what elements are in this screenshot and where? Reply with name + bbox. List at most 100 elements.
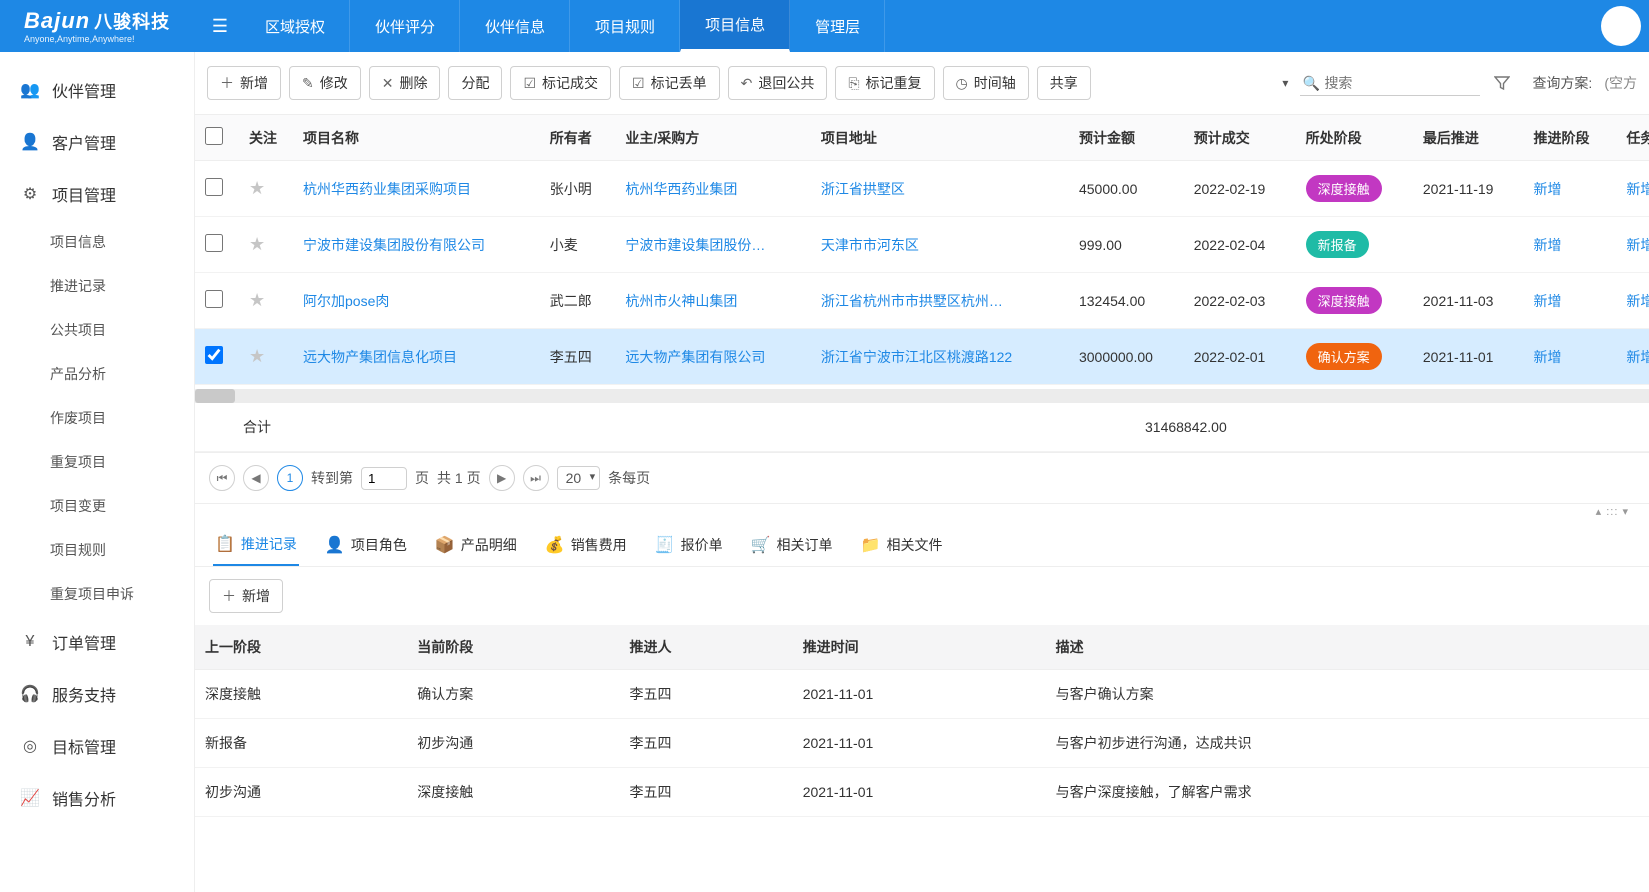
pager-first[interactable]: ⏮	[209, 465, 235, 491]
sidebar-item[interactable]: 👤客户管理	[0, 116, 194, 168]
sidebar-subitem[interactable]: 作废项目	[0, 396, 194, 440]
column-header[interactable]: 最后推进	[1413, 115, 1524, 161]
sidebar-subitem[interactable]: 重复项目	[0, 440, 194, 484]
mark-lost-button[interactable]: ☑标记丢单	[619, 66, 720, 100]
row-checkbox[interactable]	[205, 234, 223, 252]
project-name-link[interactable]: 杭州华西药业集团采购项目	[303, 181, 471, 197]
edit-button[interactable]: ✎修改	[289, 66, 361, 100]
pager-current[interactable]: 1	[277, 465, 303, 491]
detail-tab[interactable]: 📋推进记录	[213, 528, 299, 566]
address-link[interactable]: 浙江省宁波市江北区桃渡路122	[821, 349, 1012, 365]
column-header[interactable]: 业主/采购方	[615, 115, 810, 161]
mark-deal-button[interactable]: ☑标记成交	[510, 66, 611, 100]
task-link[interactable]: 新增	[1626, 349, 1649, 365]
row-checkbox[interactable]	[205, 178, 223, 196]
task-link[interactable]: 新增	[1626, 293, 1649, 309]
column-header[interactable]: 项目地址	[811, 115, 1069, 161]
column-header[interactable]: 所处阶段	[1296, 115, 1413, 161]
address-link[interactable]: 浙江省拱墅区	[821, 181, 905, 197]
star-icon[interactable]: ★	[249, 346, 265, 366]
panel-resizer[interactable]: ▴ ::: ▾	[195, 504, 1649, 518]
task-link[interactable]: 新增	[1626, 237, 1649, 253]
topnav-tab[interactable]: 伙伴评分	[350, 0, 460, 52]
sidebar-subitem[interactable]: 项目信息	[0, 220, 194, 264]
detail-add-button[interactable]: ＋新增	[209, 579, 283, 613]
buyer-link[interactable]: 杭州市火神山集团	[625, 293, 737, 309]
pager-page-input[interactable]	[361, 467, 407, 490]
detail-row[interactable]: 新报备初步沟通李五四2021-11-01与客户初步进行沟通，达成共识	[195, 719, 1649, 768]
mark-dup-button[interactable]: ⎘标记重复	[835, 66, 934, 100]
return-public-button[interactable]: ↶退回公共	[728, 66, 828, 100]
filter-icon[interactable]	[1486, 75, 1518, 91]
select-all-checkbox[interactable]	[205, 127, 223, 145]
pager-last[interactable]: ⏭	[523, 465, 549, 491]
detail-tab[interactable]: 📁相关文件	[859, 528, 945, 566]
detail-tab[interactable]: 👤项目角色	[323, 528, 409, 566]
detail-tab[interactable]: 🧾报价单	[653, 528, 725, 566]
star-icon[interactable]: ★	[249, 178, 265, 198]
column-header[interactable]: 所有者	[540, 115, 616, 161]
delete-button[interactable]: ✕删除	[369, 66, 441, 100]
sidebar-subitem[interactable]: 重复项目申诉	[0, 572, 194, 616]
timeline-button[interactable]: ◷时间轴	[943, 66, 1029, 100]
detail-column-header[interactable]: 上一阶段	[195, 625, 407, 670]
pager-pagesize-select[interactable]: 20	[557, 466, 601, 490]
avatar[interactable]	[1601, 6, 1641, 46]
table-row[interactable]: ★阿尔加pose肉武二郎杭州市火神山集团浙江省杭州市市拱墅区杭州…132454.…	[195, 273, 1649, 329]
project-name-link[interactable]: 远大物产集团信息化项目	[303, 349, 457, 365]
search-dropdown-caret[interactable]: ▾	[1276, 76, 1294, 90]
pager-next[interactable]: ▶	[489, 465, 515, 491]
search-input[interactable]	[1300, 71, 1480, 96]
detail-tab[interactable]: 💰销售费用	[543, 528, 629, 566]
topnav-tab[interactable]: 区域授权	[240, 0, 350, 52]
push-stage-link[interactable]: 新增	[1534, 349, 1562, 365]
push-stage-link[interactable]: 新增	[1534, 293, 1562, 309]
column-header[interactable]: 预计金额	[1069, 115, 1184, 161]
sidebar-subitem[interactable]: 项目规则	[0, 528, 194, 572]
topnav-tab[interactable]: 项目信息	[680, 0, 790, 52]
task-link[interactable]: 新增	[1626, 181, 1649, 197]
sidebar-item[interactable]: ¥订单管理	[0, 616, 194, 668]
column-header[interactable]: 任务	[1616, 115, 1649, 161]
query-plan-value[interactable]: (空方	[1604, 73, 1637, 93]
detail-column-header[interactable]: 推进时间	[793, 625, 1046, 670]
column-header[interactable]: 推进阶段	[1524, 115, 1617, 161]
sidebar-subitem[interactable]: 推进记录	[0, 264, 194, 308]
assign-button[interactable]: 分配	[448, 66, 502, 100]
add-button[interactable]: ＋新增	[207, 66, 281, 100]
detail-tab[interactable]: 🛒相关订单	[749, 528, 835, 566]
detail-column-header[interactable]: 推进人	[620, 625, 793, 670]
row-checkbox[interactable]	[205, 346, 223, 364]
project-name-link[interactable]: 阿尔加pose肉	[303, 293, 389, 309]
push-stage-link[interactable]: 新增	[1534, 181, 1562, 197]
column-header[interactable]: 关注	[239, 115, 293, 161]
table-row[interactable]: ★宁波市建设集团股份有限公司小麦宁波市建设集团股份…天津市市河东区999.002…	[195, 217, 1649, 273]
project-name-link[interactable]: 宁波市建设集团股份有限公司	[303, 237, 485, 253]
share-button[interactable]: 共享	[1037, 66, 1091, 100]
table-row[interactable]: ★远大物产集团信息化项目李五四远大物产集团有限公司浙江省宁波市江北区桃渡路122…	[195, 329, 1649, 385]
star-icon[interactable]: ★	[249, 234, 265, 254]
sidebar-item[interactable]: 📈销售分析	[0, 772, 194, 824]
topnav-tab[interactable]: 伙伴信息	[460, 0, 570, 52]
buyer-link[interactable]: 宁波市建设集团股份…	[625, 237, 765, 253]
topnav-tab[interactable]: 项目规则	[570, 0, 680, 52]
detail-row[interactable]: 深度接触确认方案李五四2021-11-01与客户确认方案	[195, 670, 1649, 719]
sidebar-subitem[interactable]: 产品分析	[0, 352, 194, 396]
sidebar-item[interactable]: ◎目标管理	[0, 720, 194, 772]
buyer-link[interactable]: 远大物产集团有限公司	[625, 349, 765, 365]
row-checkbox[interactable]	[205, 290, 223, 308]
topnav-tab[interactable]: 管理层	[790, 0, 885, 52]
column-header[interactable]: 项目名称	[293, 115, 540, 161]
column-header[interactable]	[195, 115, 239, 161]
detail-row[interactable]: 初步沟通深度接触李五四2021-11-01与客户深度接触，了解客户需求	[195, 768, 1649, 817]
table-row[interactable]: ★杭州华西药业集团采购项目张小明杭州华西药业集团浙江省拱墅区45000.0020…	[195, 161, 1649, 217]
buyer-link[interactable]: 杭州华西药业集团	[625, 181, 737, 197]
sidebar-subitem[interactable]: 公共项目	[0, 308, 194, 352]
detail-column-header[interactable]: 描述	[1046, 625, 1649, 670]
sidebar-item[interactable]: 🎧服务支持	[0, 668, 194, 720]
address-link[interactable]: 天津市市河东区	[821, 237, 919, 253]
detail-tab[interactable]: 📦产品明细	[433, 528, 519, 566]
push-stage-link[interactable]: 新增	[1534, 237, 1562, 253]
pager-prev[interactable]: ◀	[243, 465, 269, 491]
address-link[interactable]: 浙江省杭州市市拱墅区杭州…	[821, 293, 1003, 309]
